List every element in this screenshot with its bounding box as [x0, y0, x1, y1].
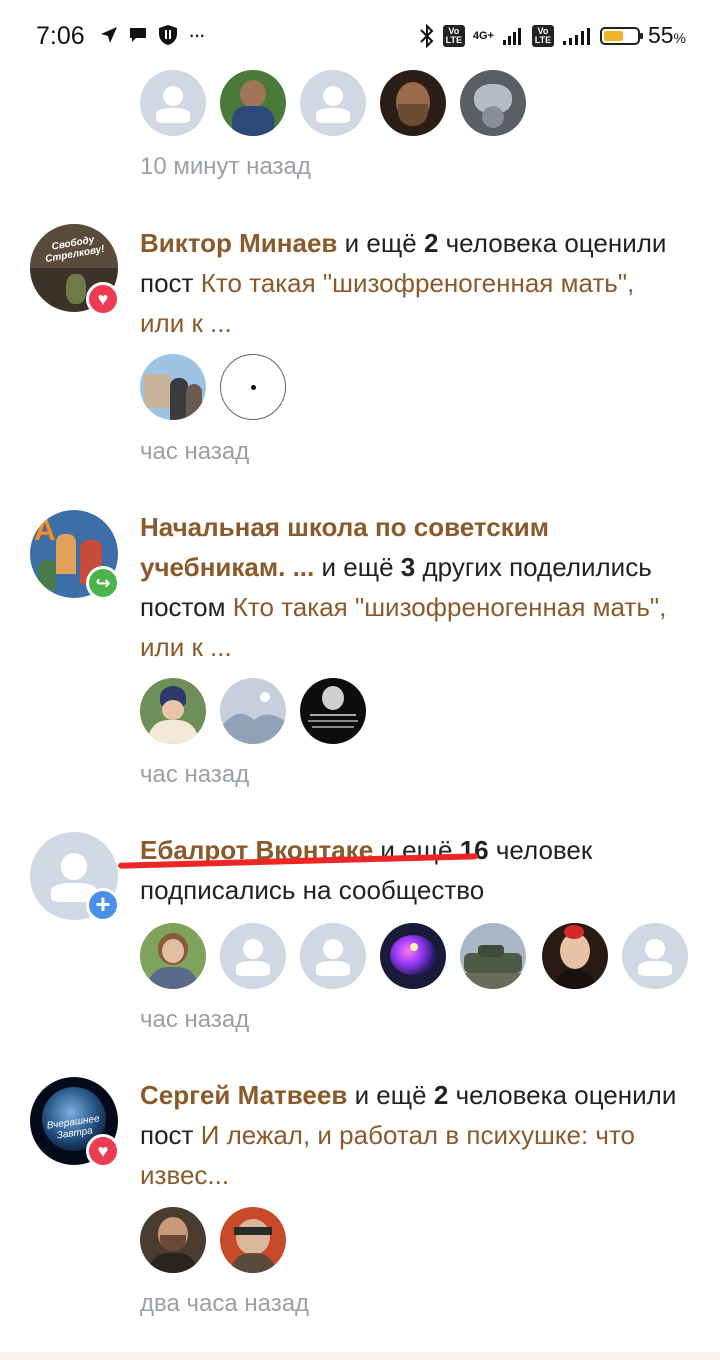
- user-avatar[interactable]: [220, 70, 286, 136]
- user-avatar[interactable]: [220, 1207, 286, 1273]
- user-avatar[interactable]: [220, 923, 286, 989]
- bluetooth-icon: [420, 23, 434, 48]
- user-avatar[interactable]: [542, 923, 608, 989]
- like-badge: ♥: [86, 1134, 120, 1168]
- avatar-letter: А: [34, 514, 56, 547]
- timestamp: 10 минут назад: [140, 153, 311, 180]
- net-label: 4G+: [472, 29, 494, 42]
- chat-icon: [130, 28, 146, 42]
- user-avatar[interactable]: [300, 70, 366, 136]
- post-link[interactable]: И лежал, и работал в психушке: что извес…: [140, 1120, 635, 1190]
- subscribe-badge: +: [86, 888, 120, 922]
- timestamp: два часа назад: [140, 1290, 310, 1317]
- user-avatar[interactable]: [460, 70, 526, 136]
- user-avatar[interactable]: [300, 923, 366, 989]
- post-link[interactable]: Кто такая "шизофреногенная мать", или к …: [140, 268, 634, 338]
- battery-icon: [599, 26, 643, 45]
- actor-link[interactable]: Сергей Матвеев: [140, 1080, 347, 1110]
- like-badge: ♥: [86, 282, 120, 316]
- notification-text: Виктор Минаев и ещё 2 человека оценили п…: [140, 228, 667, 338]
- notification-text: Ебалрот Вконтаке и ещё 16 человек подпис…: [140, 835, 593, 905]
- plus-icon: +: [95, 889, 111, 919]
- user-avatar[interactable]: [140, 678, 206, 744]
- user-avatar[interactable]: [220, 354, 286, 420]
- user-avatar[interactable]: [140, 1207, 206, 1273]
- notification-text: Сергей Матвеев и ещё 2 человека оценили …: [140, 1080, 677, 1190]
- signal-icon-2: [562, 27, 590, 45]
- heart-icon: ♥: [97, 289, 109, 309]
- notification-text: Начальная школа по советским учебникам. …: [140, 512, 667, 662]
- volte-badge-2: Vo LTE: [531, 24, 554, 47]
- image-placeholder[interactable]: [220, 678, 286, 744]
- heart-icon: ♥: [97, 1141, 109, 1161]
- user-avatar[interactable]: [622, 923, 688, 989]
- navigation-icon: [101, 27, 117, 43]
- status-bar: 7:06 ··· Vo LTE 4G+ Vo LTE 55%: [36, 22, 686, 50]
- user-avatar[interactable]: [300, 678, 366, 744]
- timestamp: час назад: [140, 1006, 250, 1033]
- status-time: 7:06: [36, 22, 85, 50]
- user-avatar[interactable]: [380, 70, 446, 136]
- user-avatar[interactable]: [140, 923, 206, 989]
- user-avatar[interactable]: [140, 354, 206, 420]
- battery-percent: 55: [647, 22, 674, 48]
- bottom-edge: [0, 1352, 720, 1360]
- timestamp: час назад: [140, 761, 250, 788]
- signal-icon: [502, 27, 521, 45]
- volte-badge: Vo LTE: [442, 24, 465, 47]
- timestamp: час назад: [140, 438, 250, 465]
- share-icon: ↪: [95, 573, 111, 593]
- share-badge: ↪: [86, 566, 120, 600]
- actor-link[interactable]: Виктор Минаев: [140, 228, 337, 258]
- user-avatar[interactable]: [140, 70, 206, 136]
- user-avatar[interactable]: [460, 923, 526, 989]
- user-avatar[interactable]: [380, 923, 446, 989]
- more-indicator: ···: [188, 22, 206, 47]
- shield-icon: [159, 25, 177, 45]
